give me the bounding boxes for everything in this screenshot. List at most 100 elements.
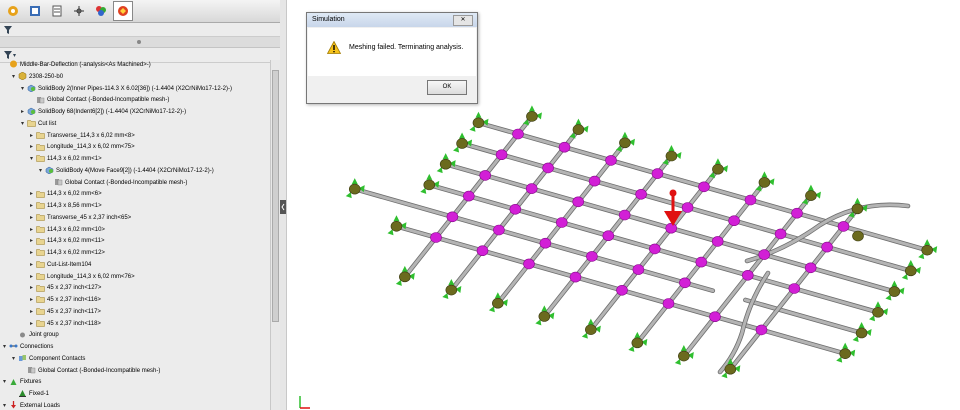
joint-node[interactable] bbox=[569, 271, 582, 283]
dialog-close-button[interactable]: ✕ bbox=[453, 15, 473, 26]
fixture-sphere[interactable] bbox=[390, 220, 403, 232]
joint-node[interactable] bbox=[539, 237, 552, 249]
joint-node[interactable] bbox=[758, 249, 771, 260]
scrollbar-thumb[interactable] bbox=[272, 70, 279, 322]
joint-node[interactable] bbox=[618, 209, 631, 221]
tree-item[interactable]: Middle-Bar-Deflection (-analysis<As Mach… bbox=[3, 60, 151, 71]
joint-node[interactable] bbox=[744, 194, 757, 206]
joint-node[interactable] bbox=[632, 264, 645, 275]
tree-item[interactable]: ▾ SolidBody 2(Inner Pipes-114.3 X 6.02[36… bbox=[21, 84, 232, 95]
tree-item[interactable]: ▾ Fixtures bbox=[3, 377, 41, 388]
joint-node[interactable] bbox=[588, 175, 601, 187]
tree-item[interactable]: ▸ Transverse_45 x 2,37 inch<65> bbox=[30, 213, 131, 224]
joint-node[interactable] bbox=[804, 262, 817, 274]
fixture-sphere[interactable] bbox=[712, 163, 724, 175]
tree-item[interactable]: ▾ 114,3 x 6,02 mm<1> bbox=[30, 154, 102, 165]
tree-item[interactable]: ▸ 45 x 2,37 inch<118> bbox=[30, 319, 101, 330]
configuration-manager-tab-icon[interactable] bbox=[47, 1, 67, 21]
dimxpert-tab-icon[interactable] bbox=[69, 1, 89, 21]
fixture-sphere[interactable] bbox=[572, 124, 585, 135]
joint-node[interactable] bbox=[651, 168, 664, 179]
fixture-sphere[interactable] bbox=[619, 137, 631, 149]
joint-node[interactable] bbox=[774, 228, 787, 240]
tree-item[interactable]: ▾ Cut list bbox=[21, 119, 56, 130]
tree-item[interactable]: Global Contact (-Bonded-Incompatible mes… bbox=[30, 95, 169, 106]
joint-node[interactable] bbox=[605, 155, 617, 166]
joint-node[interactable] bbox=[837, 221, 850, 232]
fixture-sphere[interactable] bbox=[445, 284, 458, 296]
fixture-sphere[interactable] bbox=[872, 306, 884, 318]
joint-node[interactable] bbox=[755, 324, 768, 336]
fixture-sphere[interactable] bbox=[921, 244, 934, 256]
fixture-sphere[interactable] bbox=[851, 203, 864, 215]
fixture-sphere[interactable] bbox=[399, 271, 411, 283]
tree-item[interactable]: ▸ SolidBody 68(Indent6[2]) (-1.4404 (X2Cr… bbox=[21, 107, 186, 118]
fixture-sphere[interactable] bbox=[423, 179, 436, 191]
joint-node[interactable] bbox=[586, 251, 598, 262]
joint-node[interactable] bbox=[558, 141, 571, 153]
joint-node[interactable] bbox=[446, 211, 459, 223]
fixture-sphere[interactable] bbox=[631, 337, 644, 349]
tree-item[interactable]: ▸ 114,3 x 6,02 mm<6> bbox=[30, 189, 102, 200]
tree-scrollbar[interactable] bbox=[270, 60, 280, 410]
joint-node[interactable] bbox=[525, 183, 538, 194]
joint-node[interactable] bbox=[523, 258, 535, 270]
joint-node[interactable] bbox=[695, 256, 708, 268]
joint-node[interactable] bbox=[698, 181, 710, 193]
joint-node[interactable] bbox=[635, 189, 647, 200]
tree-item[interactable]: ▸ 45 x 2,37 inch<117> bbox=[30, 307, 101, 318]
joint-node[interactable] bbox=[555, 217, 568, 228]
tree-item[interactable]: Fixed-1 bbox=[12, 389, 49, 400]
fixture-sphere[interactable] bbox=[492, 297, 504, 309]
fixture-sphere[interactable] bbox=[472, 117, 485, 129]
tree-item[interactable]: ▸ 114,3 x 6,02 mm<11> bbox=[30, 236, 104, 247]
property-manager-tab-icon[interactable] bbox=[25, 1, 45, 21]
tree-item[interactable]: ▸ 45 x 2,37 inch<127> bbox=[30, 283, 101, 294]
tree-item[interactable]: ▸ 114,3 x 6,02 mm<10> bbox=[30, 225, 105, 236]
tree-item[interactable]: ▾ Component Contacts bbox=[12, 354, 85, 365]
fixture-sphere[interactable] bbox=[839, 348, 852, 359]
fixture-sphere[interactable] bbox=[678, 350, 690, 362]
joint-node[interactable] bbox=[602, 230, 615, 241]
joint-node[interactable] bbox=[495, 149, 508, 160]
panel-splitter-bar[interactable] bbox=[0, 37, 280, 48]
joint-node[interactable] bbox=[679, 277, 691, 289]
junction-node[interactable] bbox=[852, 230, 864, 242]
fixture-sphere[interactable] bbox=[456, 138, 468, 149]
tree-item[interactable]: ▸ 45 x 2,37 inch<116> bbox=[30, 295, 101, 306]
tree-item[interactable]: ▸ Longitude_114,3 x 6,02 mm<76> bbox=[30, 272, 135, 283]
fixture-sphere[interactable] bbox=[758, 177, 771, 188]
tree-item[interactable]: ▸ Longitude_114,3 x 6,02 mm<75> bbox=[30, 142, 135, 153]
fixture-sphere[interactable] bbox=[538, 311, 551, 322]
joint-node[interactable] bbox=[542, 162, 554, 174]
joint-node[interactable] bbox=[791, 207, 803, 219]
fixture-sphere[interactable] bbox=[665, 150, 678, 162]
joint-node[interactable] bbox=[711, 236, 724, 247]
fixture-sphere[interactable] bbox=[888, 286, 901, 297]
joint-node[interactable] bbox=[662, 298, 675, 309]
joint-node[interactable] bbox=[741, 269, 754, 281]
joint-node[interactable] bbox=[493, 224, 505, 236]
joint-node[interactable] bbox=[728, 215, 740, 226]
joint-node[interactable] bbox=[572, 196, 585, 208]
display-manager-tab-icon[interactable] bbox=[91, 1, 111, 21]
joint-node[interactable] bbox=[462, 190, 475, 202]
joint-node[interactable] bbox=[512, 128, 524, 140]
tree-item[interactable]: ▸ Transverse_114,3 x 6,02 mm<8> bbox=[30, 131, 135, 142]
filter-bar[interactable] bbox=[0, 23, 280, 37]
tree-item[interactable]: ▾ 2308-250-b0 bbox=[12, 72, 63, 83]
simulation-study-tab-icon[interactable] bbox=[113, 1, 133, 21]
fixture-sphere[interactable] bbox=[439, 158, 452, 170]
panel-splitter[interactable] bbox=[280, 0, 287, 410]
dialog-ok-button[interactable]: OK bbox=[427, 80, 467, 95]
feature-manager-tab-icon[interactable] bbox=[3, 1, 23, 21]
joint-node[interactable] bbox=[509, 204, 522, 215]
joint-node[interactable] bbox=[430, 232, 442, 243]
joint-node[interactable] bbox=[665, 222, 678, 234]
joint-node[interactable] bbox=[709, 311, 721, 323]
joint-node[interactable] bbox=[788, 283, 801, 294]
tree-item[interactable]: ▾ SolidBody 4(Move Face9[2]) (-1.4404 (X2… bbox=[39, 166, 214, 177]
tree-item[interactable]: Global Contact (-Bonded-Incompatible mes… bbox=[48, 178, 187, 189]
tree-item[interactable]: ▸ 114,3 x 6,02 mm<12> bbox=[30, 248, 105, 259]
tree-item[interactable]: ▸ Cut-List-Item104 bbox=[30, 260, 91, 271]
